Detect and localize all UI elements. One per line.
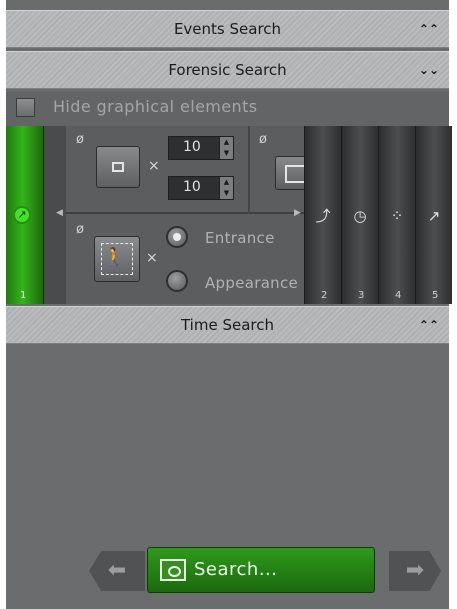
filter-slot-2[interactable]: ⤴ 2 [304, 126, 341, 304]
size-filter-row: ø × 10 ▲ ▼ 10 ▲ ▼ ø [66, 126, 305, 214]
time-search-title: Time Search [180, 316, 274, 334]
filter-slot-3[interactable]: ◷ 3 [341, 126, 378, 304]
height-stepper-arrows[interactable]: ▲ ▼ [219, 177, 233, 199]
slot-number: 3 [358, 290, 365, 301]
forensic-search-title: Forensic Search [168, 61, 287, 79]
hide-graphics-label: Hide graphical elements [53, 97, 258, 116]
object-size-button[interactable] [96, 146, 140, 188]
entrance-radio[interactable] [166, 226, 188, 248]
appearance-radio[interactable] [166, 270, 188, 292]
height-value: 10 [183, 179, 201, 195]
arrow-back-icon: ⬅ [107, 558, 127, 583]
line-crossing-icon: ⤴ [315, 207, 331, 225]
search-panel: Events Search ⌃⌃ Forensic Search ⌄⌄ Hide… [6, 0, 452, 609]
appearance-label: Appearance [205, 274, 299, 292]
multiply-icon: × [148, 158, 160, 174]
slot-number: 4 [395, 290, 402, 301]
square-icon [112, 162, 124, 172]
filter-slot-5[interactable]: ↗ 5 [415, 126, 452, 304]
collapse-icon[interactable]: ⌃⌃ [419, 11, 439, 47]
motion-zone-button[interactable]: 🚶 [94, 236, 140, 282]
expand-icon[interactable]: ⌄⌄ [419, 52, 439, 88]
clock-icon: ◷ [353, 207, 367, 225]
filter-config: ø × 10 ▲▼ 10 ▲▼ ø ø � [66, 126, 305, 304]
height-stepper[interactable]: 10 ▲ ▼ [168, 176, 234, 200]
move-circle-icon: ↗ [13, 206, 31, 224]
entrance-label: Entrance [205, 229, 275, 247]
filter-slot-1[interactable]: ↗ 1 [6, 126, 44, 304]
events-search-header[interactable]: Events Search ⌃⌃ [6, 10, 449, 48]
width-stepper[interactable]: 10 ▲ ▼ [168, 136, 234, 160]
slot-number: 5 [432, 290, 439, 301]
walking-person-icon: 🚶 [103, 247, 126, 268]
move-circle-icon: ↗ [427, 207, 441, 225]
time-search-header[interactable]: Time Search ⌃⌃ [6, 306, 449, 344]
search-button-label: Search... [194, 559, 278, 580]
filter-slots: ⤴ 2 ◷ 3 ⁘ 4 ↗ 5 [304, 126, 452, 304]
dots-icon: ⁘ [390, 207, 404, 225]
arrow-forward-icon: ➡ [405, 558, 425, 583]
eye-off-icon[interactable]: ø [76, 222, 84, 237]
eye-off-icon[interactable]: ø [76, 132, 84, 147]
forensic-search-header[interactable]: Forensic Search ⌄⌄ [6, 51, 449, 89]
divider [248, 126, 250, 214]
filter-area: ↗ 1 ◀ ø × 10 ▲ ▼ 10 ▲ ▼ ø ø 🚶 × Entrance… [6, 126, 452, 304]
arrow-left-icon[interactable]: ◀ [56, 208, 63, 218]
slot-number: 1 [20, 290, 27, 301]
hide-graphics-checkbox[interactable] [16, 98, 35, 117]
slot-number: 2 [321, 290, 328, 301]
events-search-title: Events Search [173, 20, 282, 38]
width-value: 10 [183, 139, 201, 155]
collapse-icon[interactable]: ⌃⌃ [419, 307, 439, 343]
film-eye-icon [160, 559, 186, 581]
hide-graphics-row: Hide graphical elements [6, 92, 449, 126]
rectangle-icon [285, 165, 305, 183]
search-button[interactable]: Search... [147, 547, 375, 593]
eye-off-icon[interactable]: ø [259, 132, 267, 147]
arrow-right-icon[interactable]: ▶ [294, 208, 301, 218]
area-size-button[interactable] [275, 156, 305, 190]
multiply-icon: × [146, 250, 158, 266]
scroll-left-gutter[interactable]: ◀ [44, 126, 66, 304]
width-stepper-arrows[interactable]: ▲ ▼ [219, 137, 233, 159]
filter-slot-4[interactable]: ⁘ 4 [378, 126, 415, 304]
